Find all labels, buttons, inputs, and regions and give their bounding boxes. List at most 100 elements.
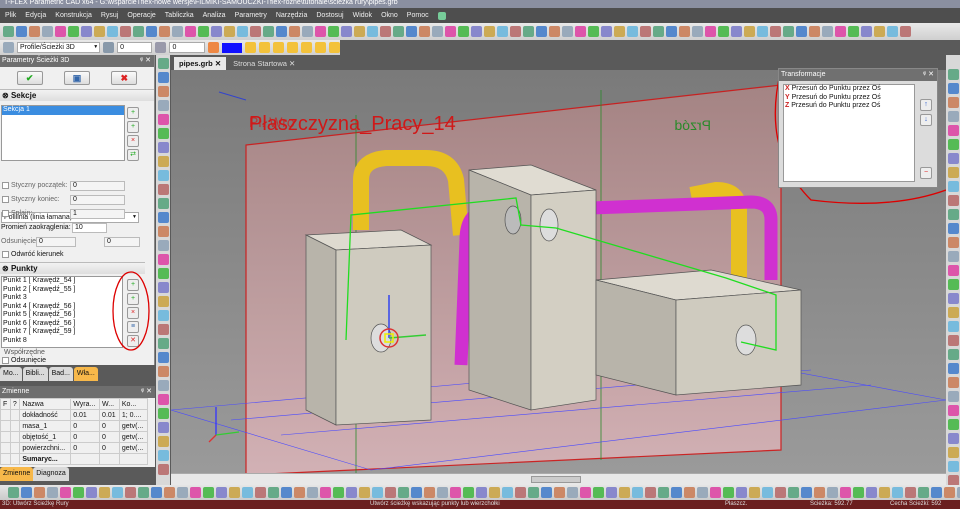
toolbar-tool-icon[interactable] bbox=[29, 26, 40, 37]
snap-icon[interactable] bbox=[259, 42, 270, 53]
menu-tabliczka[interactable]: Tabliczka bbox=[165, 12, 194, 19]
toolbar-tool-icon[interactable] bbox=[471, 26, 482, 37]
sections-list[interactable]: Sekcja 1 bbox=[1, 105, 125, 161]
toolbar-tool-icon[interactable] bbox=[801, 487, 812, 498]
toolbar-tool-icon[interactable] bbox=[398, 487, 409, 498]
tab-model[interactable]: Mo... bbox=[0, 367, 22, 381]
help-user-icon[interactable] bbox=[437, 11, 446, 20]
toolbar-tool-icon[interactable] bbox=[16, 26, 27, 37]
toolbar-tool-icon[interactable] bbox=[554, 487, 565, 498]
table-row[interactable]: powierzchni... 0 0 getv(... bbox=[0, 442, 149, 454]
toolbar-tool-icon[interactable] bbox=[887, 26, 898, 37]
toolbar-tool-icon[interactable] bbox=[697, 487, 708, 498]
toolbar-tool-icon[interactable] bbox=[86, 487, 97, 498]
cell[interactable]: 0.01 bbox=[99, 409, 120, 421]
toolbar-tool-icon[interactable] bbox=[157, 170, 169, 181]
toolbar-tool-icon[interactable] bbox=[515, 487, 526, 498]
toolbar-tool-icon[interactable] bbox=[947, 349, 959, 360]
toolbar-tool-icon[interactable] bbox=[489, 487, 500, 498]
toolbar-tool-icon[interactable] bbox=[411, 487, 422, 498]
toolbar-tool-icon[interactable] bbox=[601, 26, 612, 37]
pin-close-icon[interactable]: ᵠ ✕ bbox=[140, 55, 151, 67]
toolbar-tool-icon[interactable] bbox=[788, 487, 799, 498]
toolbar-tool-icon[interactable] bbox=[679, 26, 690, 37]
toolbar-tool-icon[interactable] bbox=[684, 487, 695, 498]
cell[interactable]: powierzchni... bbox=[19, 442, 72, 454]
menu-parametry[interactable]: Parametry bbox=[235, 12, 267, 19]
toolbar-tool-icon[interactable] bbox=[315, 26, 326, 37]
toolbar-tool-icon[interactable] bbox=[81, 26, 92, 37]
list-item[interactable]: Punkt 1 [ Krawędź_54 ] bbox=[2, 277, 122, 286]
cell[interactable]: 0.01 bbox=[70, 409, 101, 421]
toolbar-tool-icon[interactable] bbox=[947, 391, 959, 402]
level-input[interactable]: 0 bbox=[169, 42, 205, 53]
toolbar-tool-icon[interactable] bbox=[835, 26, 846, 37]
toolbar-tool-icon[interactable] bbox=[770, 26, 781, 37]
toolbar-tool-icon[interactable] bbox=[947, 293, 959, 304]
toolbar-tool-icon[interactable] bbox=[947, 167, 959, 178]
menu-dostosuj[interactable]: Dostosuj bbox=[316, 12, 343, 19]
delete-section-button[interactable]: × bbox=[127, 135, 139, 147]
edit-section-button[interactable]: ⇄ bbox=[127, 149, 139, 161]
start-tangent-checkbox[interactable] bbox=[2, 182, 9, 189]
toolbar-tool-icon[interactable] bbox=[255, 487, 266, 498]
toolbar-tool-icon[interactable] bbox=[157, 422, 169, 433]
toolbar-tool-icon[interactable] bbox=[157, 226, 169, 237]
offset-input[interactable]: 0 bbox=[36, 237, 76, 247]
toolbar-tool-icon[interactable] bbox=[840, 487, 851, 498]
toolbar-tool-icon[interactable] bbox=[749, 487, 760, 498]
table-row[interactable]: objętość_1 0 0 getv(... bbox=[0, 431, 149, 443]
list-item[interactable]: Punkt 8 bbox=[2, 337, 122, 346]
table-row[interactable]: Sumaryc... bbox=[0, 453, 149, 465]
toolbar-tool-icon[interactable] bbox=[263, 26, 274, 37]
toolbar-tool-icon[interactable] bbox=[157, 142, 169, 153]
col-comment[interactable]: Ko... bbox=[118, 398, 149, 410]
offset2-checkbox[interactable] bbox=[2, 357, 9, 364]
toolbar-tool-icon[interactable] bbox=[947, 153, 959, 164]
menu-rysuj[interactable]: Rysuj bbox=[101, 12, 119, 19]
toolbar-tool-icon[interactable] bbox=[593, 487, 604, 498]
toolbar-tool-icon[interactable] bbox=[68, 26, 79, 37]
list-item[interactable]: Punkt 2 [ Krawędź_55 ] bbox=[2, 286, 122, 295]
toolbar-tool-icon[interactable] bbox=[157, 72, 169, 83]
toolbar-tool-icon[interactable] bbox=[947, 181, 959, 192]
preview-button[interactable]: ▣ bbox=[63, 71, 90, 85]
toolbar-tool-icon[interactable] bbox=[705, 26, 716, 37]
toolbar-tool-icon[interactable] bbox=[814, 487, 825, 498]
spline-checkbox[interactable] bbox=[2, 210, 9, 217]
toolbar-tool-icon[interactable] bbox=[42, 26, 53, 37]
menu-widok[interactable]: Widok bbox=[353, 12, 372, 19]
toolbar-tool-icon[interactable] bbox=[133, 26, 144, 37]
toolbar-tool-icon[interactable] bbox=[947, 447, 959, 458]
toolbar-tool-icon[interactable] bbox=[157, 114, 169, 125]
col-expr[interactable]: Wyra... bbox=[70, 398, 101, 410]
toolbar-tool-icon[interactable] bbox=[947, 97, 959, 108]
scrollbar-thumb[interactable] bbox=[531, 476, 581, 483]
menu-edycja[interactable]: Edycja bbox=[25, 12, 46, 19]
toolbar-tool-icon[interactable] bbox=[775, 487, 786, 498]
list-item[interactable]: Y Przesuń do Punktu przez Oś bbox=[784, 94, 914, 103]
toolbar-tool-icon[interactable] bbox=[138, 487, 149, 498]
cell[interactable]: 0 bbox=[70, 420, 101, 432]
toolbar-tool-icon[interactable] bbox=[229, 487, 240, 498]
toolbar-tool-icon[interactable] bbox=[157, 310, 169, 321]
toolbar-tool-icon[interactable] bbox=[671, 487, 682, 498]
toolbar-tool-icon[interactable] bbox=[947, 251, 959, 262]
toolbar-tool-icon[interactable] bbox=[34, 487, 45, 498]
menu-okno[interactable]: Okno bbox=[381, 12, 398, 19]
toolbar-tool-icon[interactable] bbox=[242, 487, 253, 498]
toolbar-tool-icon[interactable] bbox=[157, 128, 169, 139]
toolbar-tool-icon[interactable] bbox=[157, 282, 169, 293]
toolbar-tool-icon[interactable] bbox=[157, 254, 169, 265]
cell[interactable]: 0 bbox=[99, 431, 120, 443]
toolbar-tool-icon[interactable] bbox=[947, 419, 959, 430]
col-name[interactable]: Nazwa bbox=[19, 398, 72, 410]
toolbar-tool-icon[interactable] bbox=[580, 487, 591, 498]
toolbar-tool-icon[interactable] bbox=[328, 26, 339, 37]
toolbar-tool-icon[interactable] bbox=[947, 265, 959, 276]
tab-library[interactable]: Bibli... bbox=[22, 367, 48, 381]
toolbar-tool-icon[interactable] bbox=[224, 26, 235, 37]
cell[interactable]: getv(... bbox=[118, 442, 149, 454]
snap-icon[interactable] bbox=[329, 42, 340, 53]
toolbar-tool-icon[interactable] bbox=[157, 366, 169, 377]
